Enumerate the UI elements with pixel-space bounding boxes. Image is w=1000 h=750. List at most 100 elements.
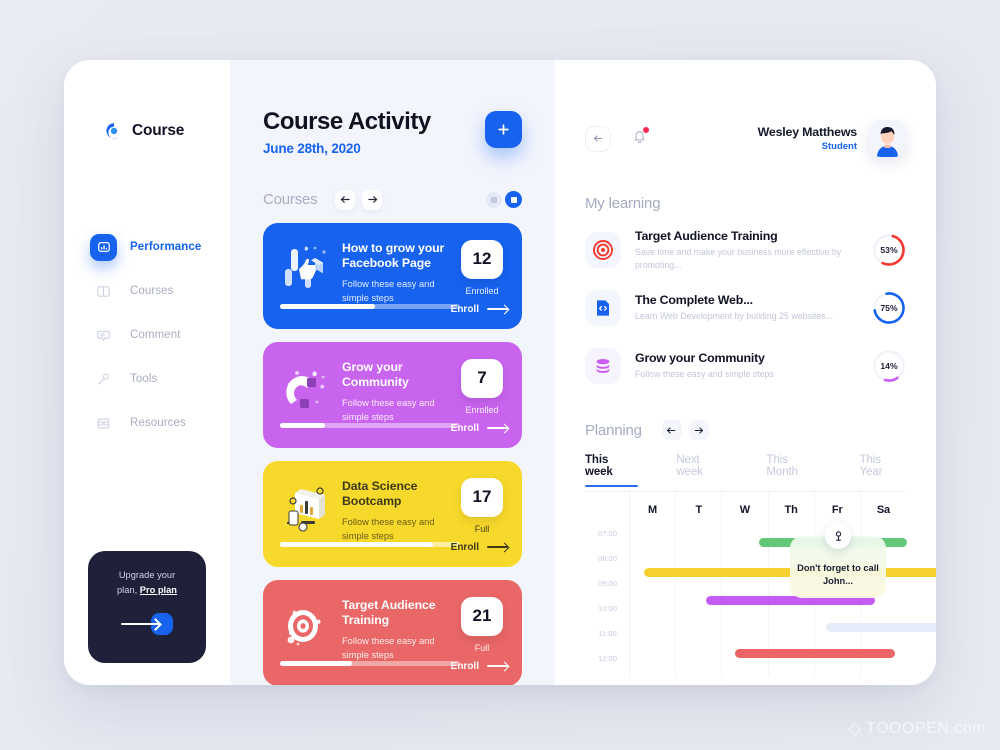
- course-card-title: Data Science Bootcamp: [342, 478, 418, 509]
- sidebar-item-resources[interactable]: Resources: [90, 408, 240, 438]
- course-progress-bar: [280, 542, 460, 547]
- archive-box-icon: [90, 410, 117, 437]
- sidebar-nav: Performance Courses Comment Tools Resour…: [90, 232, 240, 452]
- brand-logo[interactable]: Course: [105, 122, 184, 140]
- course-card-meta: 7 Enrolled: [456, 358, 508, 448]
- arrow-right-icon: [487, 427, 508, 429]
- course-card-subtitle: Follow these easy and simple steps: [342, 517, 435, 541]
- arrow-right-icon: [368, 196, 378, 203]
- enroll-label: Enroll: [450, 422, 479, 434]
- course-card-text: Target Audience Training Follow these ea…: [339, 596, 456, 685]
- courses-next-button[interactable]: [362, 189, 383, 210]
- sidebar-item-comment[interactable]: Comment: [90, 320, 240, 350]
- enroll-label: Enroll: [450, 541, 479, 553]
- enroll-button[interactable]: Enroll: [451, 423, 508, 434]
- enroll-button[interactable]: Enroll: [451, 661, 508, 672]
- course-progress-bar: [280, 661, 460, 666]
- tab-this-month[interactable]: This Month: [766, 454, 821, 487]
- add-course-button[interactable]: [485, 111, 522, 148]
- pro-plan-link[interactable]: Pro plan: [140, 585, 177, 595]
- enroll-label: Enroll: [450, 660, 479, 672]
- course-card-subtitle: Follow these easy and simple steps: [342, 279, 435, 303]
- arrow-left-icon: [593, 135, 602, 142]
- upgrade-line2-prefix: plan,: [117, 585, 140, 596]
- user-meta: Wesley Matthews Student: [757, 125, 858, 152]
- enrolled-count: 7: [461, 358, 503, 398]
- sidebar-item-courses[interactable]: Courses: [90, 276, 240, 306]
- time-label: 08:00: [597, 554, 617, 563]
- watermark-icon: [848, 722, 862, 736]
- user-name: Wesley Matthews: [757, 125, 858, 139]
- avatar[interactable]: [869, 120, 906, 157]
- learning-item-text: The Complete Web... Learn Web Developmen…: [621, 293, 872, 323]
- day-label: W: [739, 504, 751, 516]
- chart-bar-icon: [90, 233, 117, 261]
- course-card-meta: 12 Enrolled: [456, 239, 508, 329]
- progress-percent: 53%: [880, 245, 898, 255]
- calendar-event[interactable]: [735, 649, 895, 658]
- courses-section-label: Courses: [263, 191, 318, 209]
- course-card-meta: 17 Full: [456, 477, 508, 567]
- view-mode-list-button[interactable]: [486, 191, 502, 208]
- course-progress-fill: [280, 304, 376, 309]
- thumbs-up-illustration: [277, 239, 339, 329]
- arrow-right-icon: [487, 546, 508, 548]
- calendar-note-text: Don't forget to call John...: [797, 563, 879, 587]
- enrolled-count-label: Full: [474, 642, 490, 653]
- course-card[interactable]: Target Audience Training Follow these ea…: [263, 579, 522, 685]
- course-card-subtitle: Follow these easy and simple steps: [342, 398, 435, 422]
- comment-icon: [90, 322, 117, 349]
- notifications-button[interactable]: [631, 126, 650, 150]
- enroll-button[interactable]: Enroll: [451, 304, 508, 315]
- user-role: Student: [821, 141, 857, 152]
- tab-this-week[interactable]: This week: [585, 454, 639, 487]
- planning-section: Planning This week Next week This Month: [585, 420, 936, 676]
- view-mode-grid-button[interactable]: [505, 191, 522, 209]
- progress-ring: 75%: [872, 291, 906, 325]
- enroll-label: Enroll: [450, 303, 479, 315]
- course-card-subtitle: Follow these easy and simple steps: [342, 636, 435, 660]
- arrow-right-icon: [695, 426, 704, 434]
- course-card-title: Grow your Community: [342, 359, 409, 390]
- learning-item[interactable]: Grow your Community Follow these easy an…: [585, 340, 906, 392]
- tab-label: Next week: [676, 454, 703, 478]
- upgrade-go-button[interactable]: [121, 612, 173, 635]
- day-label: Fr: [831, 504, 843, 516]
- calendar-day-column: M: [630, 492, 677, 676]
- watermark-text: TOOOPEN.com: [866, 720, 986, 737]
- sidebar-item-label: Performance: [130, 241, 202, 253]
- my-learning-list: Target Audience Training Save time and m…: [585, 224, 906, 392]
- back-button[interactable]: [585, 125, 611, 152]
- enrolled-count: 17: [461, 477, 503, 517]
- day-label: Th: [784, 504, 798, 516]
- time-label: 10:00: [597, 604, 617, 613]
- courses-prev-button[interactable]: [335, 189, 356, 210]
- tab-next-week[interactable]: Next week: [676, 454, 728, 487]
- upgrade-plan-card[interactable]: Upgrade your plan, Pro plan: [88, 551, 206, 663]
- sidebar-item-performance[interactable]: Performance: [90, 232, 240, 262]
- learning-item[interactable]: Target Audience Training Save time and m…: [585, 224, 906, 276]
- sidebar-item-tools[interactable]: Tools: [90, 364, 240, 394]
- calendar-event[interactable]: [826, 623, 936, 632]
- courses-pager: [335, 189, 383, 210]
- desktop-chart-illustration: [277, 477, 339, 567]
- page-date: June 28th, 2020: [263, 140, 361, 156]
- planning-next-button[interactable]: [688, 420, 709, 440]
- code-file-icon: [585, 290, 621, 326]
- learning-item[interactable]: The Complete Web... Learn Web Developmen…: [585, 282, 906, 334]
- user-profile[interactable]: Wesley Matthews Student: [758, 120, 906, 157]
- planning-prev-button[interactable]: [661, 420, 682, 440]
- course-progress-bar: [280, 304, 460, 309]
- tab-this-year[interactable]: This Year: [860, 454, 906, 487]
- enroll-button[interactable]: Enroll: [451, 542, 508, 553]
- course-card-text: Data Science Bootcamp Follow these easy …: [339, 477, 456, 567]
- course-card[interactable]: Data Science Bootcamp Follow these easy …: [263, 460, 522, 567]
- course-card-text: How to grow your Facebook Page Follow th…: [339, 239, 456, 329]
- arrow-right-icon: [487, 665, 508, 667]
- dashboard-window: Course Performance Courses Comment Tools…: [64, 60, 936, 685]
- progress-ring: 14%: [872, 349, 906, 383]
- calendar-note[interactable]: Don't forget to call John...: [790, 523, 886, 598]
- course-card[interactable]: How to grow your Facebook Page Follow th…: [263, 222, 522, 329]
- course-card[interactable]: Grow your Community Follow these easy an…: [263, 341, 522, 448]
- planning-calendar[interactable]: M T W Th Fr Sa 07:00 08:00 09:00 10:00 1…: [585, 491, 936, 676]
